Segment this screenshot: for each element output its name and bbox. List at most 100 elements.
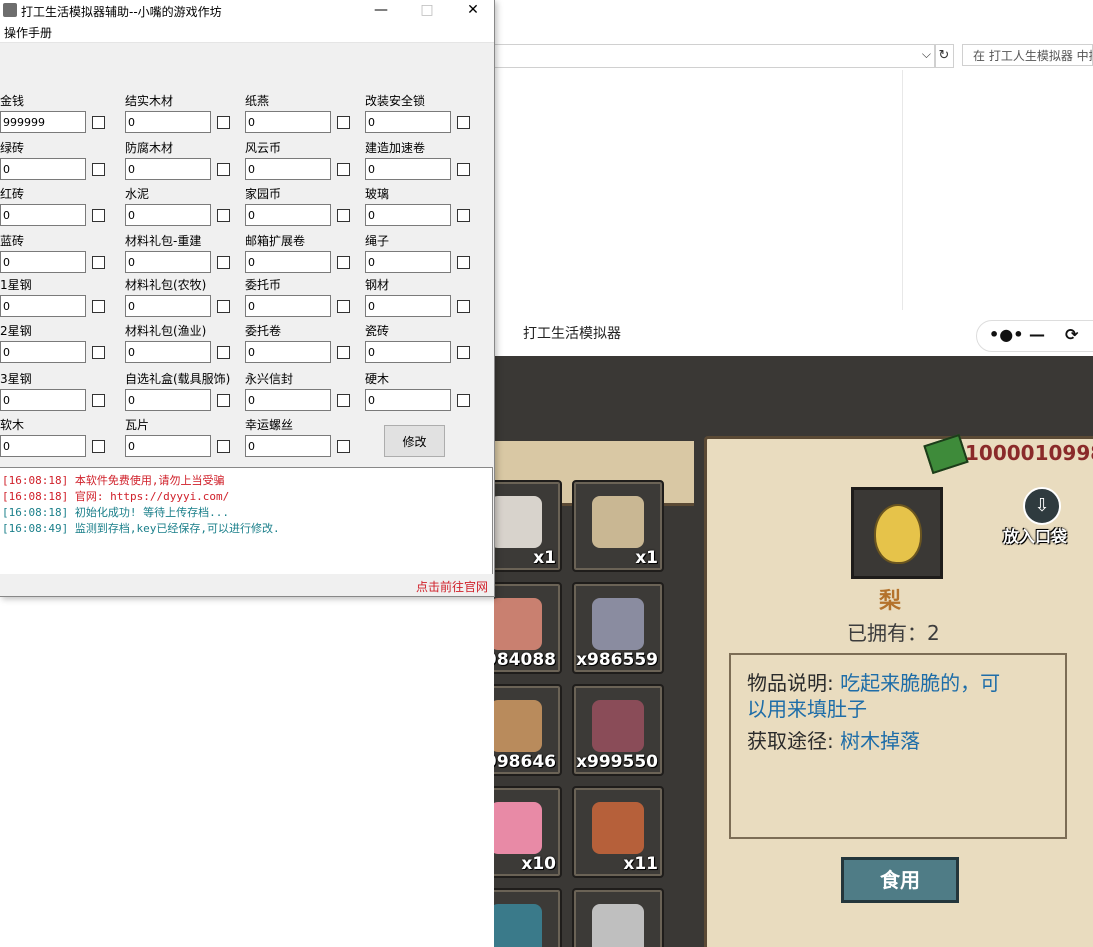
- field-checkbox[interactable]: [457, 116, 470, 129]
- eat-button[interactable]: 食用: [841, 857, 959, 903]
- field-input[interactable]: [365, 341, 451, 363]
- field-input[interactable]: [365, 158, 451, 180]
- field-checkbox[interactable]: [92, 116, 105, 129]
- field-input[interactable]: [0, 295, 86, 317]
- log-panel: [16:08:18] 本软件免费使用,请勿上当受骗 [16:08:18] 官网: …: [0, 467, 493, 574]
- field-input[interactable]: [365, 251, 451, 273]
- field-checkbox[interactable]: [457, 394, 470, 407]
- mini-program-capsule: •●• — ⟳: [976, 320, 1093, 352]
- inventory-slot[interactable]: x999550: [572, 684, 664, 776]
- field-input[interactable]: [125, 389, 211, 411]
- field-checkbox[interactable]: [92, 440, 105, 453]
- game-window: 打工生活模拟器 •●• — ⟳ 钱 商品 外观 工具 材料 装饰 x1x1x1x…: [494, 310, 1093, 947]
- inventory-slot[interactable]: x99658: [494, 888, 562, 947]
- field-input[interactable]: [245, 251, 331, 273]
- field-checkbox[interactable]: [457, 209, 470, 222]
- field-input[interactable]: [125, 158, 211, 180]
- field-input[interactable]: [125, 204, 211, 226]
- field-input[interactable]: [0, 204, 86, 226]
- field-label: 2星钢: [0, 324, 32, 338]
- field-checkbox[interactable]: [337, 394, 350, 407]
- close-button[interactable]: ✕: [450, 0, 496, 22]
- field-input[interactable]: [245, 295, 331, 317]
- field-checkbox[interactable]: [217, 394, 230, 407]
- more-icon[interactable]: •●•: [989, 325, 1023, 344]
- field-checkbox[interactable]: [217, 440, 230, 453]
- field-input[interactable]: [125, 111, 211, 133]
- field-input[interactable]: [245, 341, 331, 363]
- field-input[interactable]: [245, 204, 331, 226]
- minimize-icon[interactable]: —: [1029, 325, 1045, 344]
- field-checkbox[interactable]: [92, 346, 105, 359]
- field-label: 结实木材: [125, 94, 174, 108]
- field-checkbox[interactable]: [457, 300, 470, 313]
- field-input[interactable]: [0, 435, 86, 457]
- item-icon: [592, 802, 644, 854]
- field-checkbox[interactable]: [337, 163, 350, 176]
- field-input[interactable]: [245, 111, 331, 133]
- field-label: 纸燕: [245, 94, 270, 108]
- inventory-slot[interactable]: x11: [572, 786, 664, 878]
- inventory-slot[interactable]: x93: [572, 888, 664, 947]
- field-input[interactable]: [125, 435, 211, 457]
- maximize-button[interactable]: □: [404, 0, 450, 22]
- desc-value-2: 以用来填肚子: [747, 697, 867, 721]
- field-checkbox[interactable]: [217, 346, 230, 359]
- field-checkbox[interactable]: [92, 394, 105, 407]
- desc-line-2: 以用来填肚子: [747, 693, 867, 722]
- field-checkbox[interactable]: [457, 256, 470, 269]
- field-input[interactable]: [0, 251, 86, 273]
- field-checkbox[interactable]: [92, 300, 105, 313]
- field-input[interactable]: [125, 251, 211, 273]
- field-checkbox[interactable]: [217, 116, 230, 129]
- field-checkbox[interactable]: [92, 209, 105, 222]
- inventory-slot[interactable]: x10: [494, 786, 562, 878]
- inventory-slot[interactable]: x984088: [494, 582, 562, 674]
- field-input[interactable]: [125, 341, 211, 363]
- field-checkbox[interactable]: [337, 440, 350, 453]
- restore-icon[interactable]: ⟳: [1065, 325, 1078, 344]
- field-checkbox[interactable]: [92, 163, 105, 176]
- inventory-slot[interactable]: x986559: [572, 582, 664, 674]
- inventory-slot[interactable]: x998646: [494, 684, 562, 776]
- field-input[interactable]: [0, 111, 86, 133]
- field-checkbox[interactable]: [337, 209, 350, 222]
- field-input[interactable]: [365, 389, 451, 411]
- field-checkbox[interactable]: [457, 346, 470, 359]
- search-input[interactable]: 在 打工人生模拟器 中搜: [962, 44, 1093, 66]
- field-checkbox[interactable]: [337, 346, 350, 359]
- refresh-icon[interactable]: ↻: [934, 44, 954, 68]
- field-input[interactable]: [245, 158, 331, 180]
- field-input[interactable]: [365, 204, 451, 226]
- field-input[interactable]: [365, 111, 451, 133]
- field-input[interactable]: [0, 158, 86, 180]
- field-checkbox[interactable]: [337, 300, 350, 313]
- field-checkbox[interactable]: [337, 256, 350, 269]
- field-input[interactable]: [125, 295, 211, 317]
- modify-button[interactable]: 修改: [384, 425, 445, 457]
- field-checkbox[interactable]: [217, 209, 230, 222]
- field-checkbox[interactable]: [217, 163, 230, 176]
- menu-manual[interactable]: 操作手册: [4, 24, 52, 41]
- field-input[interactable]: [0, 389, 86, 411]
- chevron-down-icon[interactable]: ⌵: [922, 47, 931, 62]
- item-detail-panel: 1000010998 ⇩ 放入口袋 梨 已拥有：2 物品说明: 吃起来脆脆的，可…: [704, 433, 1093, 947]
- inventory-slot[interactable]: x1: [494, 480, 562, 572]
- field-checkbox[interactable]: [457, 163, 470, 176]
- field-checkbox[interactable]: [337, 116, 350, 129]
- address-bar[interactable]: ⌵: [494, 44, 936, 68]
- field-label: 自选礼盒(载具服饰): [125, 372, 231, 386]
- put-in-pocket-button[interactable]: ⇩ 放入口袋: [1003, 487, 1083, 547]
- item-icon: [592, 496, 644, 548]
- official-site-link[interactable]: 点击前往官网: [416, 578, 488, 595]
- field-input[interactable]: [245, 389, 331, 411]
- field-checkbox[interactable]: [92, 256, 105, 269]
- field-input[interactable]: [365, 295, 451, 317]
- inventory-slot[interactable]: x1: [572, 480, 664, 572]
- item-count: x998646: [494, 752, 556, 772]
- minimize-button[interactable]: —: [358, 0, 404, 22]
- field-input[interactable]: [245, 435, 331, 457]
- field-checkbox[interactable]: [217, 256, 230, 269]
- field-input[interactable]: [0, 341, 86, 363]
- field-checkbox[interactable]: [217, 300, 230, 313]
